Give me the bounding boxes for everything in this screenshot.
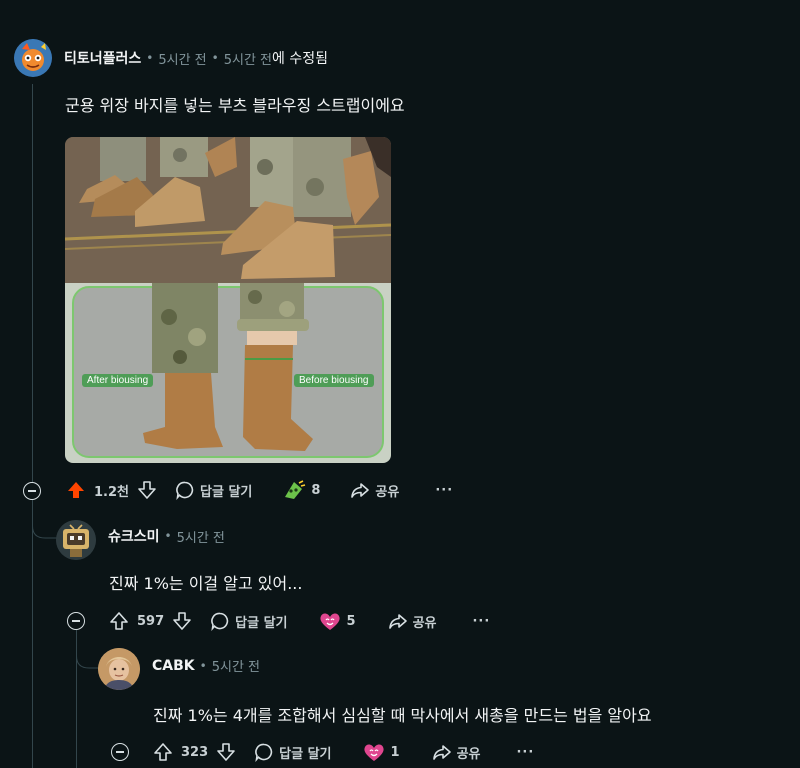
thread-line-root — [32, 84, 33, 768]
username[interactable]: 슈크스미 — [108, 526, 160, 546]
comment-actions: 323 답글 달기 1 공유 ··· — [151, 736, 534, 768]
separator-dot: • — [199, 658, 207, 673]
award-count: 8 — [311, 482, 321, 498]
profile-photo-avatar-icon — [98, 648, 140, 690]
thread-connector-1 — [32, 510, 58, 539]
vote-count: 323 — [181, 744, 209, 760]
reply-label: 답글 달기 — [235, 615, 288, 631]
edited-time: 5시간 전 — [223, 52, 273, 68]
reply-button[interactable]: 답글 달기 — [254, 742, 332, 762]
downvote-button[interactable] — [214, 740, 238, 764]
share-button[interactable]: 공유 — [432, 742, 481, 762]
award-button[interactable]: 8 — [282, 479, 320, 501]
comment-bubble-icon — [255, 743, 273, 762]
reply-label: 답글 달기 — [279, 746, 332, 762]
collapse-thread-button[interactable] — [23, 482, 41, 500]
comment-bubble-icon — [211, 612, 229, 631]
share-icon — [432, 745, 451, 760]
share-icon — [351, 483, 370, 498]
downvote-button[interactable] — [135, 478, 159, 502]
upvote-button[interactable] — [151, 740, 175, 764]
upvote-icon — [68, 482, 84, 498]
upvote-icon — [154, 743, 172, 761]
reply-button[interactable]: 답글 달기 — [210, 611, 288, 631]
username[interactable]: 티토너플러스 — [64, 48, 141, 68]
separator-dot: • — [211, 51, 219, 65]
award-count: 5 — [346, 613, 356, 629]
comment-body: 진짜 1%는 4개를 조합해서 심심할 때 막사에서 새총을 만드는 법을 알아… — [153, 706, 652, 725]
share-label: 공유 — [412, 615, 437, 631]
more-options-button[interactable]: ··· — [516, 745, 534, 760]
share-icon — [388, 614, 407, 629]
comment-actions: 1.2천 답글 달기 8 공유 ··· — [64, 474, 453, 506]
avatar[interactable] — [14, 39, 52, 77]
edited-suffix: 에 수정됨 — [272, 51, 329, 67]
collapse-thread-button[interactable] — [67, 612, 85, 630]
comment-body: 군용 위장 바지를 넣는 부츠 블라우징 스트랩이에요 — [65, 96, 405, 115]
downvote-button[interactable] — [170, 609, 194, 633]
comment-meta: 티토너플러스 • 5시간 전 • 5시간 전에 수정됨 — [64, 48, 328, 68]
upvote-button[interactable] — [64, 478, 88, 502]
comment-actions: 597 답글 달기 5 공유 ··· — [107, 605, 490, 637]
reply-label: 답글 달기 — [200, 484, 253, 500]
collapse-thread-button[interactable] — [111, 743, 129, 761]
avatar[interactable] — [98, 648, 140, 690]
separator-dot: • — [164, 529, 172, 543]
username[interactable]: CABK — [152, 658, 195, 674]
after-blousing-label: After biousing — [82, 374, 154, 387]
snoo-avatar-icon — [14, 39, 52, 77]
award-count: 1 — [390, 744, 400, 760]
separator-dot: • — [146, 51, 154, 65]
award-button[interactable]: 1 — [362, 742, 400, 762]
vote-count: 597 — [137, 613, 165, 629]
heart-eyes-award-icon — [363, 744, 384, 761]
comment-image[interactable]: After biousing Before biousing — [65, 137, 391, 463]
share-button[interactable]: 공유 — [388, 611, 437, 631]
comment-meta: 슈크스미 • 5시간 전 — [108, 526, 225, 546]
downvote-icon — [217, 743, 235, 761]
share-button[interactable]: 공유 — [350, 480, 399, 500]
avatar[interactable] — [56, 520, 96, 560]
tv-head-avatar-icon — [56, 520, 96, 560]
upvote-icon — [110, 612, 128, 630]
downvote-icon — [138, 481, 156, 499]
share-label: 공유 — [375, 484, 400, 500]
award-icon — [285, 480, 306, 499]
posted-time: 5시간 전 — [176, 530, 225, 546]
more-options-button[interactable]: ··· — [472, 614, 490, 629]
share-label: 공유 — [456, 746, 481, 762]
downvote-icon — [173, 612, 191, 630]
comment-bubble-icon — [176, 481, 194, 500]
award-button[interactable]: 5 — [318, 611, 356, 631]
more-options-button[interactable]: ··· — [435, 483, 453, 498]
boot-blousing-photo — [65, 137, 391, 463]
comment-meta: CABK • 5시간 전 — [152, 656, 261, 676]
heart-eyes-award-icon — [319, 613, 340, 630]
upvote-button[interactable] — [107, 609, 131, 633]
posted-time[interactable]: 5시간 전 — [158, 49, 206, 68]
comment-body: 진짜 1%는 이걸 알고 있어... — [109, 574, 303, 593]
reply-button[interactable]: 답글 달기 — [175, 480, 252, 500]
vote-count: 1.2천 — [94, 484, 129, 500]
before-blousing-label: Before biousing — [294, 374, 374, 387]
posted-time: 5시간 전 — [211, 660, 261, 675]
